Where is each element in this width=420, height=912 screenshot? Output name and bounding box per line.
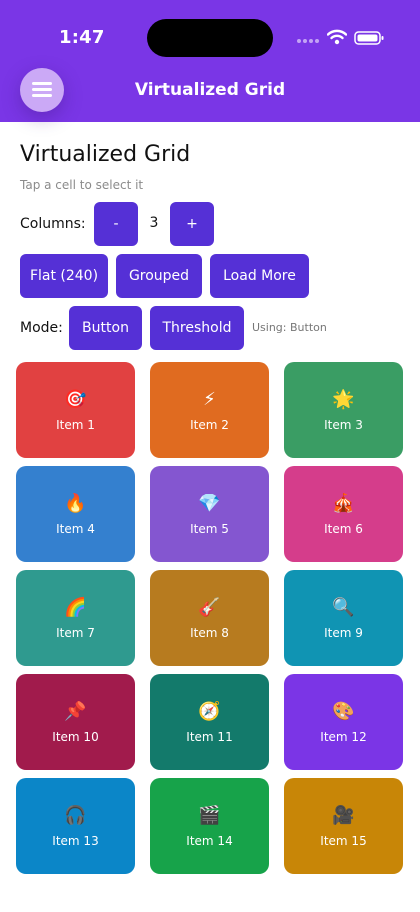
grid-cell-label: Item 8 (190, 626, 229, 640)
load-more-button[interactable]: Load More (210, 254, 309, 298)
grid-cell[interactable]: 🎧 Item 13 (16, 778, 135, 874)
magnifier-icon: 🔍 (332, 597, 355, 618)
grid-cell[interactable]: 🎪 Item 6 (284, 466, 403, 562)
columns-label: Columns: (20, 216, 86, 232)
lightning-icon: ⚡ (203, 389, 216, 410)
grid-cell-label: Item 7 (56, 626, 95, 640)
grid-cell-label: Item 12 (320, 730, 367, 744)
mode-threshold-option[interactable]: Threshold (150, 306, 244, 350)
dynamic-island (147, 19, 273, 57)
grid-cell[interactable]: 🔍 Item 9 (284, 570, 403, 666)
header-title: Virtualized Grid (134, 80, 286, 100)
grid-cell[interactable]: 🌈 Item 7 (16, 570, 135, 666)
flat-dataset-button[interactable]: Flat (240) (20, 254, 108, 298)
grid-cell[interactable]: 🎬 Item 14 (150, 778, 269, 874)
grid-cell[interactable]: 🎸 Item 8 (150, 570, 269, 666)
clapperboard-icon: 🎬 (198, 805, 221, 826)
grid-cell-label: Item 10 (52, 730, 99, 744)
grouped-dataset-button[interactable]: Grouped (116, 254, 202, 298)
grid-cell-label: Item 5 (190, 522, 229, 536)
grid-cell[interactable]: 🎯 Item 1 (16, 362, 135, 458)
mode-label: Mode: (20, 320, 63, 336)
mode-status: Using: Button (252, 321, 327, 334)
dart-target-icon: 🎯 (64, 389, 87, 410)
grid-cell-label: Item 1 (56, 418, 95, 432)
grid-cell[interactable]: 💎 Item 5 (150, 466, 269, 562)
signal-dots-icon (297, 39, 321, 45)
compass-icon: 🧭 (198, 701, 221, 722)
columns-value: 3 (149, 215, 159, 231)
grid-cell-label: Item 3 (324, 418, 363, 432)
grid-cell[interactable]: 📌 Item 10 (16, 674, 135, 770)
grid-cell-label: Item 2 (190, 418, 229, 432)
grid-cell-label: Item 4 (56, 522, 95, 536)
grid-cell-label: Item 9 (324, 626, 363, 640)
movie-camera-icon: 🎥 (332, 805, 355, 826)
page-hint: Tap a cell to select it (20, 178, 144, 192)
mode-button-option[interactable]: Button (69, 306, 142, 350)
grid-cell[interactable]: 🌟 Item 3 (284, 362, 403, 458)
battery-icon (354, 31, 384, 45)
grid-cell[interactable]: 🔥 Item 4 (16, 466, 135, 562)
menu-button[interactable] (20, 68, 64, 112)
grid-cell[interactable]: 🎨 Item 12 (284, 674, 403, 770)
columns-increment-button[interactable]: + (170, 202, 214, 246)
gem-icon: 💎 (198, 493, 221, 514)
app-header: 1:47 Virtualized Grid (0, 0, 420, 122)
grid-cell-label: Item 15 (320, 834, 367, 848)
palette-icon: 🎨 (332, 701, 355, 722)
grid-cell[interactable]: ⚡ Item 2 (150, 362, 269, 458)
grid-cell[interactable]: 🎥 Item 15 (284, 778, 403, 874)
pushpin-icon: 📌 (64, 701, 87, 722)
circus-tent-icon: 🎪 (332, 493, 355, 514)
star-icon: 🌟 (332, 389, 355, 410)
guitar-icon: 🎸 (198, 597, 221, 618)
grid-cell[interactable]: 🧭 Item 11 (150, 674, 269, 770)
rainbow-icon: 🌈 (64, 597, 87, 618)
grid-cell-label: Item 13 (52, 834, 99, 848)
status-time: 1:47 (59, 27, 105, 48)
headphones-icon: 🎧 (64, 805, 87, 826)
grid-cell-label: Item 14 (186, 834, 233, 848)
page-title: Virtualized Grid (20, 142, 191, 167)
columns-decrement-button[interactable]: - (94, 202, 138, 246)
wifi-icon (327, 29, 347, 45)
grid-cell-label: Item 6 (324, 522, 363, 536)
grid-cell-label: Item 11 (186, 730, 233, 744)
hamburger-icon (32, 82, 52, 85)
fire-icon: 🔥 (64, 493, 87, 514)
